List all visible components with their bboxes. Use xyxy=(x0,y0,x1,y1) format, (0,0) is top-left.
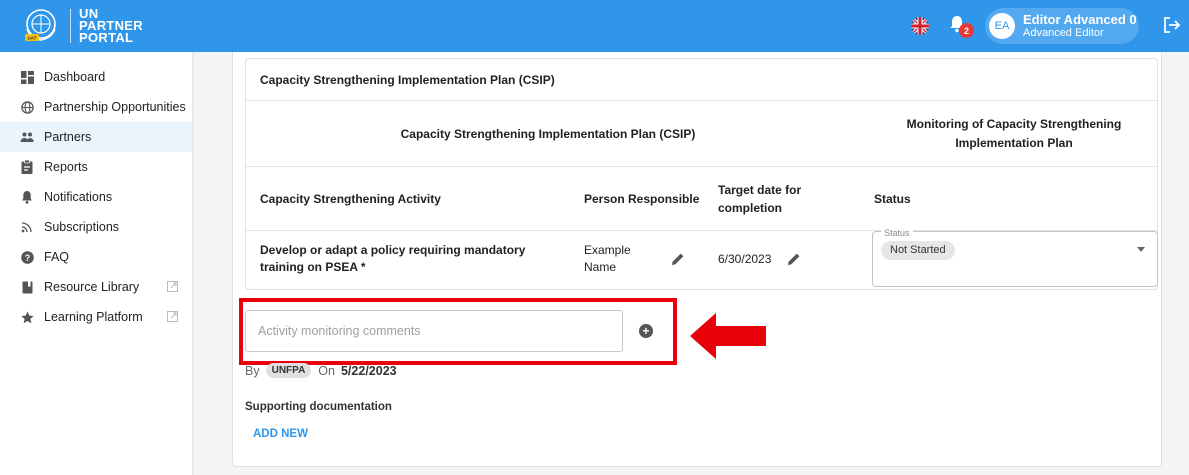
sidebar-item-partners[interactable]: Partners xyxy=(0,122,192,152)
external-link-icon xyxy=(167,281,178,292)
notifications-button[interactable]: 2 xyxy=(949,15,974,38)
add-new-button[interactable]: ADD NEW xyxy=(253,428,308,440)
csip-table: Capacity Strengthening Implementation Pl… xyxy=(245,58,1158,290)
un-emblem-icon: UAT xyxy=(22,7,60,45)
svg-text:UAT: UAT xyxy=(28,36,37,41)
csip-title: Capacity Strengthening Implementation Pl… xyxy=(246,59,1157,101)
sidebar-item-subscriptions[interactable]: Subscriptions xyxy=(0,212,192,242)
edit-person-button[interactable] xyxy=(670,231,690,287)
status-select[interactable]: Status Not Started xyxy=(872,225,1158,287)
col-target-date-header: Target date for completion xyxy=(718,183,802,215)
comment-date: 5/22/2023 xyxy=(340,363,397,378)
top-bar: UAT UN PARTNER PORTAL 2 EA Editor Advanc… xyxy=(0,0,1189,52)
notification-count-badge: 2 xyxy=(959,23,974,38)
book-icon xyxy=(20,280,34,294)
activity-cell: Develop or adapt a policy requiring mand… xyxy=(260,243,526,274)
sidebar-item-label: Subscriptions xyxy=(44,220,120,234)
avatar: EA xyxy=(989,13,1015,39)
on-label: On xyxy=(318,363,335,378)
sidebar-item-notifications[interactable]: Notifications xyxy=(0,182,192,212)
sidebar-item-dashboard[interactable]: Dashboard xyxy=(0,62,192,92)
main-panel: Capacity Strengthening Implementation Pl… xyxy=(232,52,1162,467)
col-person-header: Person Responsible xyxy=(584,192,700,206)
comment-author-line: By UNFPA On 5/22/2023 xyxy=(245,363,397,378)
monitoring-group-header: Monitoring of Capacity Strengthening Imp… xyxy=(906,117,1122,150)
sidebar-item-label: Partnership Opportunities xyxy=(44,100,186,114)
logo-text: UN PARTNER PORTAL xyxy=(79,7,143,45)
supporting-documentation-label: Supporting documentation xyxy=(245,401,392,413)
status-chip: Not Started xyxy=(881,241,955,260)
sidebar-item-faq[interactable]: ? FAQ xyxy=(0,242,192,272)
by-label: By xyxy=(245,363,260,378)
sidebar-item-label: Reports xyxy=(44,160,88,174)
rss-icon xyxy=(20,220,34,234)
logo-line: PORTAL xyxy=(79,30,134,45)
col-status-header: Status xyxy=(874,192,911,206)
sidebar-item-reports[interactable]: Reports xyxy=(0,152,192,182)
logo-divider xyxy=(70,9,71,43)
logout-icon[interactable] xyxy=(1163,16,1183,36)
table-row: Develop or adapt a policy requiring mand… xyxy=(246,225,1158,287)
sidebar: Dashboard Partnership Opportunities Part… xyxy=(0,52,193,475)
external-link-icon xyxy=(167,311,178,322)
pencil-icon xyxy=(788,253,800,265)
annotation-highlight-box xyxy=(239,298,677,365)
help-icon: ? xyxy=(20,250,34,264)
edit-date-button[interactable] xyxy=(786,231,806,287)
sidebar-item-label: Partners xyxy=(44,130,92,144)
user-info: Editor Advanced 0 Advanced Editor xyxy=(1023,12,1137,40)
people-icon xyxy=(20,130,34,144)
plan-group-header: Capacity Strengthening Implementation Pl… xyxy=(400,127,696,141)
user-name: Editor Advanced 0 xyxy=(1023,12,1137,27)
header-actions: 2 EA Editor Advanced 0 Advanced Editor xyxy=(911,0,1189,52)
sidebar-item-label: FAQ xyxy=(44,250,70,264)
uk-flag-icon[interactable] xyxy=(911,17,929,35)
person-cell: Example Name xyxy=(584,243,631,274)
sidebar-item-label: Learning Platform xyxy=(44,310,143,324)
chevron-down-icon xyxy=(1137,247,1145,252)
col-activity-header: Capacity Strengthening Activity xyxy=(260,192,441,206)
org-chip: UNFPA xyxy=(265,363,312,378)
annotation-arrow-icon xyxy=(690,313,766,359)
bell-icon xyxy=(20,190,34,204)
pencil-icon xyxy=(672,253,684,265)
user-role: Advanced Editor xyxy=(1023,27,1104,39)
sidebar-item-partnership-opportunities[interactable]: Partnership Opportunities xyxy=(0,92,192,122)
clipboard-icon xyxy=(20,160,34,174)
sidebar-item-resource-library[interactable]: Resource Library xyxy=(0,272,192,302)
star-icon xyxy=(20,310,34,324)
svg-text:?: ? xyxy=(24,253,30,263)
logo[interactable]: UAT UN PARTNER PORTAL xyxy=(22,7,143,45)
column-header-row: Capacity Strengthening Activity Person R… xyxy=(246,167,1157,231)
sidebar-item-label: Resource Library xyxy=(44,280,140,294)
status-field-label: Status xyxy=(881,225,913,242)
user-menu-button[interactable]: EA Editor Advanced 0 Advanced Editor xyxy=(985,8,1139,44)
sidebar-item-label: Notifications xyxy=(44,190,113,204)
dashboard-icon xyxy=(20,70,34,84)
globe-icon xyxy=(20,100,34,114)
sidebar-item-label: Dashboard xyxy=(44,70,106,84)
group-header-row: Capacity Strengthening Implementation Pl… xyxy=(246,101,1157,167)
sidebar-item-learning-platform[interactable]: Learning Platform xyxy=(0,302,192,332)
